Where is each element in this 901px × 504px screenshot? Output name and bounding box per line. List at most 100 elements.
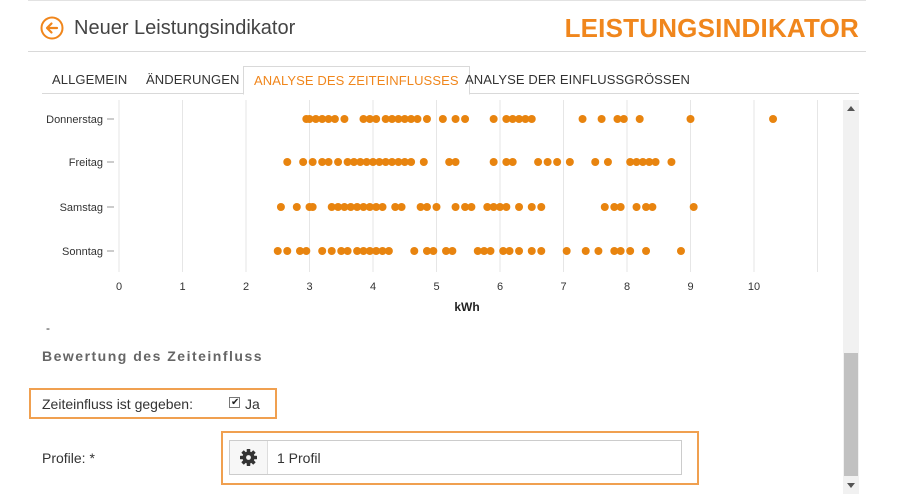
data-point <box>372 115 381 123</box>
data-point <box>429 247 438 255</box>
data-point <box>537 203 546 211</box>
data-point <box>543 158 552 166</box>
data-point <box>324 158 333 166</box>
data-point <box>276 203 285 211</box>
data-point <box>384 247 393 255</box>
tab-allgemein[interactable]: ALLGEMEIN <box>52 66 127 92</box>
section-title: Bewertung des Zeiteinfluss <box>42 348 264 364</box>
scroll-up-arrow-icon[interactable] <box>847 106 855 111</box>
profile-selector[interactable]: 1 Profil <box>229 440 682 475</box>
tab-aenderungen[interactable]: ÄNDERUNGEN <box>146 66 239 92</box>
tab-analyse-zeiteinfluss[interactable]: ANALYSE DES ZEITEINFLUSSES <box>243 66 470 95</box>
tab-analyse-einflussgroessen[interactable]: ANALYSE DER EINFLUSSGRÖSSEN <box>465 66 690 92</box>
data-point <box>318 247 327 255</box>
data-point <box>565 158 574 166</box>
data-point <box>600 203 609 211</box>
scroll-down-arrow-icon[interactable] <box>847 483 855 488</box>
data-point <box>651 158 660 166</box>
data-point <box>299 158 308 166</box>
data-point <box>508 158 517 166</box>
data-point <box>461 115 470 123</box>
data-point <box>407 158 416 166</box>
page-title: Neuer Leistungsindikator <box>74 17 296 39</box>
x-tick-label: 1 <box>179 281 185 293</box>
data-point <box>438 115 447 123</box>
data-point <box>330 115 339 123</box>
x-axis-label: kWh <box>454 300 479 314</box>
x-tick-label: 4 <box>370 281 376 293</box>
brand-label: LEISTUNGSINDIKATOR <box>564 13 859 43</box>
dash-text: - <box>46 321 50 335</box>
data-point <box>343 247 352 255</box>
scatter-chart: Donnerstag Freitag Samstag Sonntag 0 1 2 3 4 5 6 7… <box>46 100 818 314</box>
profile-label: Profile: * <box>42 450 95 466</box>
vertical-scrollbar[interactable] <box>843 100 859 494</box>
x-tick-label: 9 <box>687 281 693 293</box>
data-point <box>626 247 635 255</box>
data-point <box>283 247 292 255</box>
data-point <box>616 247 625 255</box>
x-tick-label: 0 <box>116 281 122 293</box>
checkmark-icon: ✔ <box>231 397 240 408</box>
data-point <box>562 247 571 255</box>
data-point <box>616 203 625 211</box>
x-tick-label: 10 <box>748 281 760 293</box>
back-arrow-icon[interactable] <box>40 16 64 40</box>
data-point <box>581 247 590 255</box>
data-point <box>648 203 657 211</box>
data-point <box>597 115 606 123</box>
data-point <box>635 115 644 123</box>
data-point <box>578 115 587 123</box>
data-point <box>527 247 536 255</box>
data-point <box>340 115 349 123</box>
data-point <box>594 247 603 255</box>
data-point <box>619 115 628 123</box>
data-point <box>422 203 431 211</box>
data-point <box>603 158 612 166</box>
data-point <box>283 158 292 166</box>
x-tick-label: 8 <box>624 281 630 293</box>
header-bottom-divider <box>28 51 866 52</box>
zeiteinfluss-checkbox[interactable]: ✔ <box>229 397 240 408</box>
data-point <box>632 203 641 211</box>
x-tick-label: 7 <box>560 281 566 293</box>
data-point <box>515 247 524 255</box>
data-point <box>502 203 511 211</box>
y-category-label: Donnerstag <box>46 114 103 126</box>
data-point <box>527 115 536 123</box>
data-point <box>378 203 387 211</box>
data-point <box>422 115 431 123</box>
data-point <box>591 158 600 166</box>
scroll-thumb[interactable] <box>844 353 858 476</box>
data-point <box>467 203 476 211</box>
gear-icon <box>240 449 257 466</box>
data-point <box>553 158 562 166</box>
header-top-divider <box>28 0 866 1</box>
data-point <box>769 115 778 123</box>
data-point <box>686 115 695 123</box>
data-point <box>486 247 495 255</box>
data-point <box>676 247 685 255</box>
y-category-label: Freitag <box>69 157 103 169</box>
x-tick-label: 5 <box>433 281 439 293</box>
data-point <box>292 203 301 211</box>
data-point <box>667 158 676 166</box>
data-point <box>397 203 406 211</box>
data-point <box>505 247 514 255</box>
data-point <box>451 115 460 123</box>
data-point <box>534 158 543 166</box>
data-point <box>273 247 282 255</box>
data-point <box>451 158 460 166</box>
data-point <box>413 115 422 123</box>
tab-bar: ALLGEMEIN ÄNDERUNGEN ANALYSE DES ZEITEIN… <box>42 66 859 95</box>
data-point <box>302 247 311 255</box>
data-point <box>432 203 441 211</box>
data-point <box>448 247 457 255</box>
data-point <box>489 115 498 123</box>
zeiteinfluss-label: Zeiteinfluss ist gegeben: <box>42 396 193 412</box>
data-point <box>308 158 317 166</box>
data-point <box>489 158 498 166</box>
profile-settings-button[interactable] <box>230 441 268 474</box>
data-point <box>527 203 536 211</box>
x-tick-label: 2 <box>243 281 249 293</box>
